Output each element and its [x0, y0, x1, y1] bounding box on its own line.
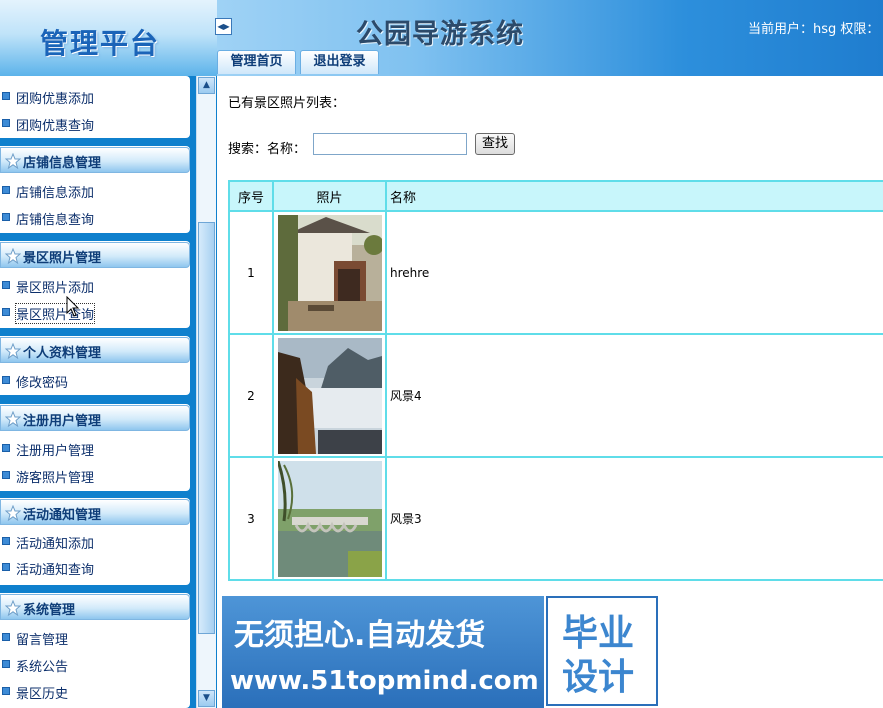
star-icon	[5, 600, 21, 616]
photo-thumbnail[interactable]	[277, 214, 382, 331]
scroll-thumb[interactable]	[198, 222, 215, 634]
watermark-right: 毕业 设计	[546, 596, 658, 706]
sidebar-item-messages[interactable]: 留言管理	[0, 626, 190, 648]
bullet-icon	[2, 376, 10, 384]
watermark-text: 无须担心.自动发货	[234, 618, 486, 653]
logo-text: 管理平台	[39, 27, 160, 60]
bullet-icon	[2, 660, 10, 668]
watermark-banner: 无须担心.自动发货 www.51topmind.com 毕业 设计	[222, 596, 660, 708]
tab-home[interactable]: 管理首页	[217, 50, 296, 74]
bullet-icon	[2, 633, 10, 641]
bullet-icon	[2, 119, 10, 127]
bullet-icon	[2, 563, 10, 571]
sidebar-item-visitor-photos[interactable]: 游客照片管理	[0, 464, 190, 486]
photo-cell	[272, 210, 387, 335]
watermark-text: 设计	[562, 657, 635, 698]
sidebar-item-photo-add[interactable]: 景区照片添加	[0, 274, 190, 296]
sidebar-item-group-buy-add[interactable]: 团购优惠添加	[0, 85, 190, 107]
sidebar: 管理平台 团购优惠添加 团购优惠查询 店铺信息管理 店铺信息添加 店铺信息查询	[0, 0, 217, 708]
watermark-url: www.51topmind.com	[230, 666, 539, 696]
bullet-icon	[2, 281, 10, 289]
scroll-up-arrow-icon[interactable]: ▲	[198, 77, 215, 94]
menu-header-users[interactable]: 注册用户管理	[0, 405, 190, 431]
scroll-down-arrow-icon[interactable]: ▼	[198, 690, 215, 707]
menu-header-shop[interactable]: 店铺信息管理	[0, 147, 190, 173]
star-icon	[5, 505, 21, 521]
star-icon	[5, 343, 21, 359]
sidebar-item-change-password[interactable]: 修改密码	[0, 369, 190, 391]
table-header-row: 序号 照片 名称	[228, 180, 883, 212]
sidebar-item-announcements[interactable]: 系统公告	[0, 653, 190, 675]
row-number: 2	[228, 333, 274, 458]
menu-header-photos[interactable]: 景区照片管理	[0, 242, 190, 268]
star-icon	[5, 411, 21, 427]
sidebar-item-shop-add[interactable]: 店铺信息添加	[0, 179, 190, 201]
bullet-icon	[2, 537, 10, 545]
bullet-icon	[2, 213, 10, 221]
search-button[interactable]: 查找	[475, 133, 515, 155]
tab-logout[interactable]: 退出登录	[300, 50, 379, 74]
bullet-icon	[2, 92, 10, 100]
star-icon	[5, 153, 21, 169]
bullet-icon	[2, 308, 10, 316]
list-title: 已有景区照片列表：	[228, 96, 346, 111]
system-title: 公园导游系统	[356, 19, 524, 50]
column-header-photo: 照片	[272, 180, 387, 212]
photo-thumbnail[interactable]	[277, 460, 382, 577]
sidebar-item-photo-query[interactable]: 景区照片查询	[0, 301, 190, 324]
table-row: 1 hrehre	[228, 210, 883, 335]
sidebar-item-history[interactable]: 景区历史	[0, 680, 190, 702]
sidebar-menu: 团购优惠添加 团购优惠查询 店铺信息管理 店铺信息添加 店铺信息查询 景区照片管…	[0, 76, 193, 708]
photo-thumbnail[interactable]	[277, 337, 382, 454]
watermark-left: 无须担心.自动发货 www.51topmind.com	[222, 596, 544, 708]
mouse-cursor-icon	[66, 296, 80, 317]
photo-name: 风景3	[385, 456, 883, 581]
sidebar-item-notice-query[interactable]: 活动通知查询	[0, 556, 190, 578]
table-row: 2 风景4	[228, 333, 883, 458]
sidebar-item-user-manage[interactable]: 注册用户管理	[0, 437, 190, 459]
menu-header-profile[interactable]: 个人资料管理	[0, 337, 190, 363]
sidebar-logo: 管理平台	[0, 0, 217, 76]
search-name-input[interactable]	[313, 133, 467, 155]
sidebar-item-group-buy-query[interactable]: 团购优惠查询	[0, 112, 190, 134]
bullet-icon	[2, 186, 10, 194]
menu-header-notices[interactable]: 活动通知管理	[0, 499, 190, 525]
bullet-icon	[2, 471, 10, 479]
photo-cell	[272, 456, 387, 581]
sidebar-toggle-icon[interactable]: ◀▶	[215, 18, 232, 35]
bullet-icon	[2, 687, 10, 695]
row-number: 3	[228, 456, 274, 581]
search-label: 搜索：名称：	[228, 142, 307, 157]
menu-header-system[interactable]: 系统管理	[0, 594, 190, 620]
photo-name: 风景4	[385, 333, 883, 458]
sidebar-scrollbar[interactable]: ▲ ▼	[196, 76, 216, 708]
sidebar-item-shop-query[interactable]: 店铺信息查询	[0, 206, 190, 228]
sidebar-item-notice-add[interactable]: 活动通知添加	[0, 530, 190, 552]
photo-table: 序号 照片 名称 1 hrehre 2 风景4 3 风景3	[228, 180, 883, 581]
column-header-name: 名称	[385, 180, 883, 212]
table-row: 3 风景3	[228, 456, 883, 581]
star-icon	[5, 248, 21, 264]
bullet-icon	[2, 444, 10, 452]
row-number: 1	[228, 210, 274, 335]
current-user-info: 当前用户：hsg 权限：	[748, 22, 880, 37]
photo-name: hrehre	[385, 210, 883, 335]
column-header-no: 序号	[228, 180, 274, 212]
photo-cell	[272, 333, 387, 458]
